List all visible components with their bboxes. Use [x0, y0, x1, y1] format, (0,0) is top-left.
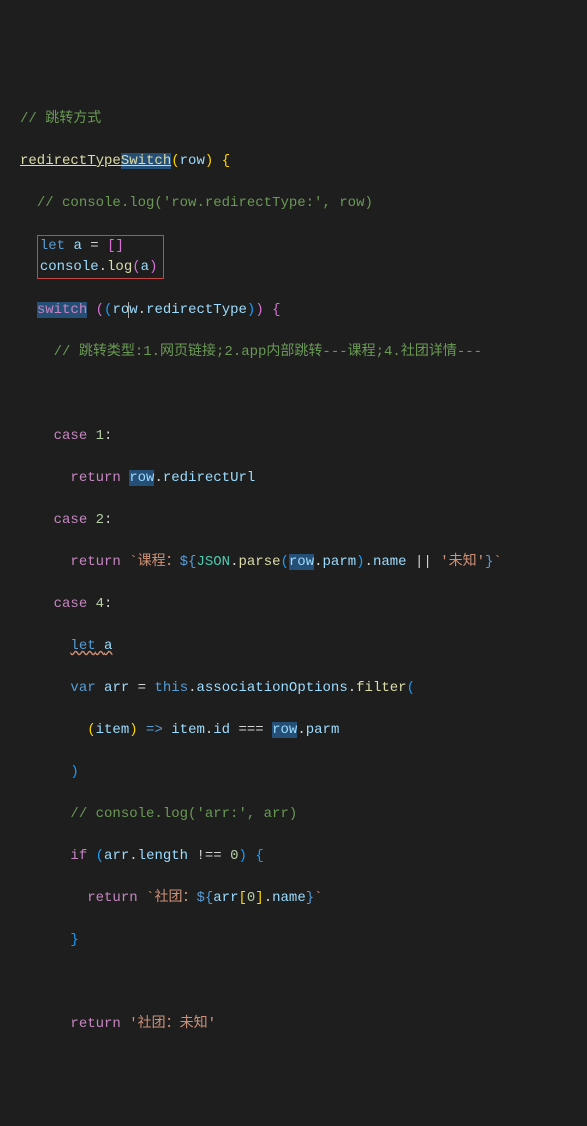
highlight-box: let a = [] console.log(a): [37, 235, 165, 279]
selection: Switch: [121, 153, 171, 169]
code-line: (item) => item.id === row.parm: [20, 720, 587, 741]
code-line: return '社团：未知': [20, 1014, 587, 1035]
code-line: case 4:: [20, 594, 587, 615]
code-line: [20, 972, 587, 993]
code-line: }: [20, 930, 587, 951]
code-line: switch ((row.redirectType)) {: [20, 300, 587, 321]
code-line: return row.redirectUrl: [20, 468, 587, 489]
comment: // 跳转方式: [20, 111, 101, 127]
code-line: ): [20, 762, 587, 783]
function-name: redirectType: [20, 153, 121, 169]
code-line: case 2:: [20, 510, 587, 531]
code-line: var arr = this.associationOptions.filter…: [20, 678, 587, 699]
code-line: return `社团：${arr[0].name}`: [20, 888, 587, 909]
warning-squiggle: let: [70, 638, 95, 654]
selection: switch: [37, 302, 87, 318]
code-line: // 跳转类型:1.网页链接;2.app内部跳转---课程;4.社团详情---: [20, 342, 587, 363]
code-line: // console.log('arr:', arr): [20, 804, 587, 825]
code-line: let a: [20, 636, 587, 657]
code-line: if (arr.length !== 0) {: [20, 846, 587, 867]
code-line: redirectTypeSwitch(row) {: [20, 151, 587, 172]
code-editor[interactable]: // 跳转方式 redirectTypeSwitch(row) { // con…: [0, 84, 587, 1060]
code-line: case 1:: [20, 426, 587, 447]
code-line: // console.log('row.redirectType:', row): [20, 193, 587, 214]
code-line: // 跳转方式: [20, 109, 587, 130]
code-line: [20, 384, 587, 405]
code-line: let a = [] console.log(a): [20, 235, 587, 279]
